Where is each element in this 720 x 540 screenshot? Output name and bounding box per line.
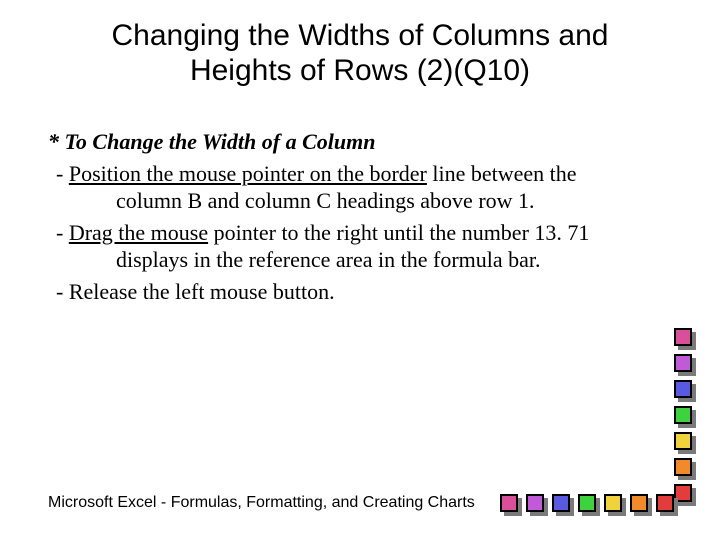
slide-title: Changing the Widths of Columns and Heigh…	[0, 18, 720, 89]
deco-square	[674, 432, 692, 450]
step-3: - Release the left mouse button.	[48, 278, 650, 306]
step-2-dash: -	[56, 220, 69, 245]
deco-square	[604, 494, 622, 512]
step-1-dash: -	[56, 161, 69, 186]
step-2: - Drag the mouse pointer to the right un…	[48, 219, 650, 274]
deco-square	[552, 494, 570, 512]
deco-square	[674, 458, 692, 476]
bullet-star: *	[48, 129, 65, 154]
deco-square	[674, 380, 692, 398]
step-2-rest: pointer to the right until the number 13…	[208, 220, 589, 245]
deco-square	[630, 494, 648, 512]
deco-square	[500, 494, 518, 512]
step-2-cont: displays in the reference area in the fo…	[70, 246, 650, 274]
deco-square	[674, 328, 692, 346]
deco-square	[526, 494, 544, 512]
deco-square	[674, 354, 692, 372]
footer-text: Microsoft Excel - Formulas, Formatting, …	[48, 494, 475, 512]
title-line-2: Heights of Rows (2)(Q10)	[190, 54, 530, 87]
slide: Changing the Widths of Columns and Heigh…	[0, 0, 720, 540]
deco-square	[674, 406, 692, 424]
step-2-underlined: Drag the mouse	[69, 220, 208, 245]
step-1: - Position the mouse pointer on the bord…	[48, 160, 650, 215]
step-1-underlined: Position the mouse pointer on the border	[69, 161, 427, 186]
step-1-cont: column B and column C headings above row…	[70, 187, 650, 215]
subheading: To Change the Width of a Column	[65, 129, 376, 154]
deco-square	[578, 494, 596, 512]
slide-body: * To Change the Width of a Column - Posi…	[48, 128, 650, 305]
step-3-dash: -	[56, 279, 69, 304]
deco-square	[656, 494, 674, 512]
step-3-text: Release the left mouse button.	[69, 279, 335, 304]
subheading-line: * To Change the Width of a Column	[48, 128, 650, 156]
step-1-rest: line between the	[427, 161, 577, 186]
title-line-1: Changing the Widths of Columns and	[112, 19, 609, 52]
